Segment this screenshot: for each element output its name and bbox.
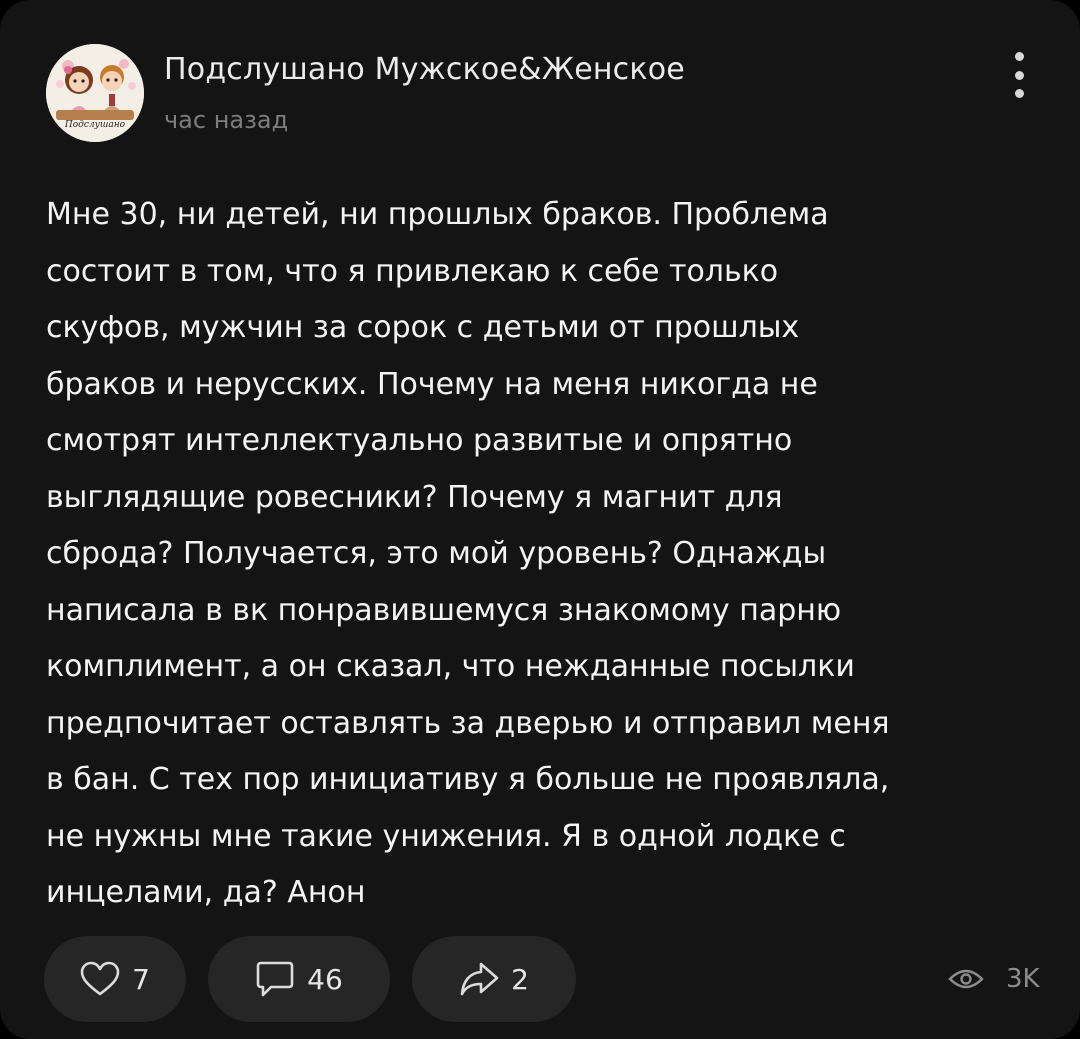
post-header: Подслушано Подслушано Мужское&Женское ча… <box>46 44 1036 144</box>
comment-icon <box>256 961 294 997</box>
more-vertical-icon-dot <box>1014 89 1024 98</box>
channel-name[interactable]: Подслушано Мужское&Женское <box>164 52 685 88</box>
eye-icon <box>948 969 984 989</box>
more-vertical-icon <box>1014 52 1024 61</box>
channel-avatar[interactable]: Подслушано <box>46 44 144 142</box>
post-timestamp: час назад <box>164 106 289 134</box>
more-options-button[interactable] <box>1004 50 1034 100</box>
avatar-caption: Подслушано <box>64 120 126 130</box>
post-card: Подслушано Подслушано Мужское&Женское ча… <box>0 0 1080 1039</box>
post-text-line: комплимент, а он сказал, что нежданные п… <box>46 649 855 684</box>
views-counter: 3K <box>948 958 1040 1000</box>
comment-button[interactable]: 46 <box>208 936 390 1022</box>
share-count: 2 <box>511 962 529 996</box>
comment-count: 46 <box>307 962 343 996</box>
post-text-line: сброда? Получается, это мой уровень? Одн… <box>46 536 827 571</box>
post-text-line: состоит в том, что я привлекаю к себе то… <box>46 253 779 289</box>
post-actions-bar: 7 46 2 3K <box>44 936 1044 1022</box>
like-count: 7 <box>132 962 150 996</box>
share-button[interactable]: 2 <box>412 936 576 1022</box>
like-button[interactable]: 7 <box>44 936 186 1022</box>
more-vertical-icon-dot <box>1014 70 1024 80</box>
share-icon <box>460 962 499 996</box>
post-text-line: Мне 30, ни детей, ни прошлых браков. Про… <box>46 197 829 232</box>
post-text-line: предпочитает оставлять за дверью и отпра… <box>46 705 890 741</box>
post-text-line: инцелами, да? Анон <box>46 875 366 910</box>
post-text-line: не нужны мне такие унижения. Я в одной л… <box>46 818 846 854</box>
heart-icon <box>80 961 120 996</box>
post-text-line: выглядящие ровесники? Почему я магнит дл… <box>46 479 783 515</box>
views-count: 3K <box>1006 964 1040 994</box>
post-text-line: скуфов, мужчин за сорок с детьми от прош… <box>46 310 800 345</box>
post-text-line: браков и нерусских. Почему на меня никог… <box>46 366 818 402</box>
post-text-line: в бан. С тех пор инициативу я больше не … <box>46 762 890 797</box>
post-text-line: смотрят интеллектуально развитые и опрят… <box>46 423 793 458</box>
post-text-line: написала в вк понравившемуся знакомому п… <box>46 592 842 628</box>
post-body: Мне 30, ни детей, ни прошлых браков. Про… <box>46 187 1036 922</box>
